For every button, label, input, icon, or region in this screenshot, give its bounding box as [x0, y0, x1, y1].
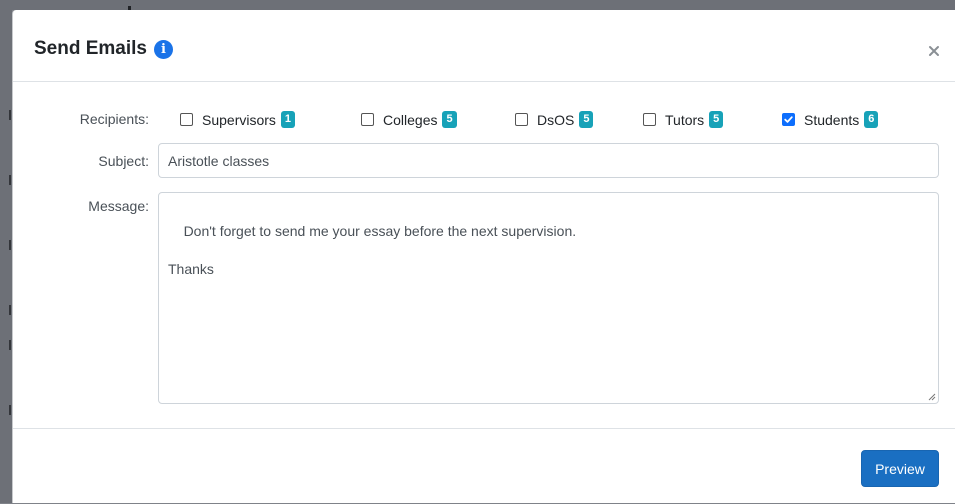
checkbox-students[interactable] [782, 113, 795, 126]
recipient-tutors[interactable]: Tutors 5 [643, 111, 724, 128]
recipient-students[interactable]: Students 6 [782, 111, 879, 128]
recipient-label: Supervisors [202, 111, 276, 128]
recipient-label: Tutors [665, 111, 705, 128]
message-text: Don't forget to send me your essay befor… [168, 223, 577, 277]
backdrop-top [0, 0, 955, 11]
recipient-label: DsOS [537, 111, 575, 128]
resize-handle-icon[interactable] [927, 392, 936, 401]
count-badge: 6 [864, 111, 879, 128]
message-textarea[interactable]: Don't forget to send me your essay befor… [158, 192, 939, 404]
modal-title: Send Emails i [34, 38, 173, 60]
count-badge: 5 [442, 111, 457, 128]
modal-header: Send Emails i [13, 10, 955, 82]
checkbox-supervisors[interactable] [180, 113, 193, 126]
modal-footer: Preview [13, 428, 955, 504]
recipient-label: Students [804, 111, 860, 128]
checkbox-tutors[interactable] [643, 113, 656, 126]
preview-button[interactable]: Preview [861, 450, 939, 487]
info-icon[interactable]: i [154, 39, 173, 59]
count-badge: 5 [579, 111, 594, 128]
count-badge: 1 [280, 111, 296, 128]
close-icon[interactable] [925, 42, 943, 60]
modal-title-text: Send Emails [34, 38, 147, 59]
subject-label: Subject: [98, 153, 149, 169]
recipient-dsos[interactable]: DsOS 5 [515, 111, 594, 128]
backdrop-left [0, 0, 12, 503]
send-emails-modal: Send Emails i Recipients: Supervisors 1 … [12, 10, 955, 503]
recipients-label: Recipients: [79, 111, 149, 127]
checkmark-icon [784, 116, 793, 123]
recipient-colleges[interactable]: Colleges 5 [361, 111, 457, 128]
recipient-label: Colleges [383, 111, 438, 128]
checkbox-colleges[interactable] [361, 113, 374, 126]
count-badge: 5 [709, 111, 724, 128]
subject-input[interactable] [158, 143, 939, 178]
recipient-supervisors[interactable]: Supervisors 1 [180, 111, 296, 128]
checkbox-dsos[interactable] [515, 113, 528, 126]
message-label: Message: [88, 198, 149, 214]
